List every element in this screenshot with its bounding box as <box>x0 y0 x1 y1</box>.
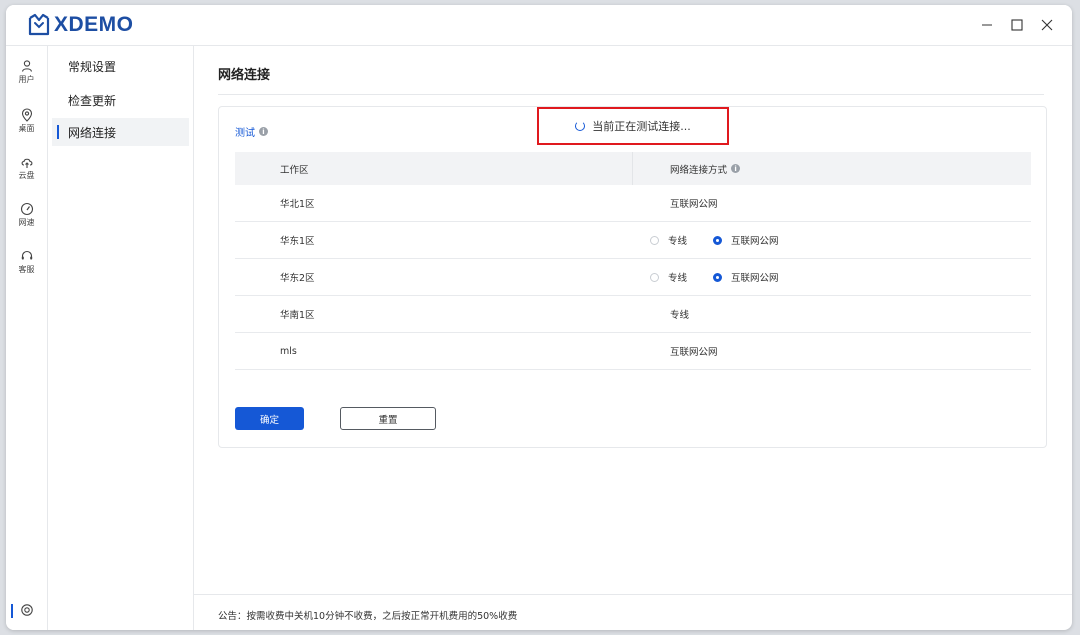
rail-item-support[interactable]: 客服 <box>6 242 47 282</box>
radio-button-checked[interactable] <box>713 272 723 282</box>
logo-icon <box>28 13 50 36</box>
header-method-text: 网络连接方式 <box>670 164 728 176</box>
close-button[interactable] <box>1032 13 1062 37</box>
radio-button[interactable] <box>650 272 659 282</box>
radio-button-checked[interactable] <box>713 235 723 245</box>
status-text: 当前正在测试连接... <box>592 120 691 133</box>
logo-text: XDEMO <box>54 13 134 36</box>
rail-label: 客服 <box>18 265 35 274</box>
submenu-item-label: 常规设置 <box>68 59 117 74</box>
radio-button[interactable] <box>650 235 659 245</box>
title-bar: XDEMO <box>6 5 1072 46</box>
zone-cell: 华南1区 <box>280 310 315 321</box>
table-row: 华北1区 互联网公网 <box>235 185 1031 222</box>
radio-label: 专线 <box>668 236 688 247</box>
table-row: 华南1区 专线 <box>235 296 1031 333</box>
radio-label: 互联网公网 <box>731 273 779 284</box>
table-row: 华东2区 专线 互联网公网 <box>235 259 1031 296</box>
loading-spinner-icon <box>575 121 586 131</box>
zone-cell: mls <box>280 345 297 357</box>
zone-cell: 华东2区 <box>280 273 315 284</box>
rail-label: 桌面 <box>18 124 35 133</box>
location-icon <box>21 108 32 122</box>
info-icon[interactable]: i <box>731 164 741 173</box>
minimize-icon <box>982 24 992 26</box>
title-divider <box>218 94 1044 95</box>
connection-status: 当前正在测试连接... <box>537 107 729 145</box>
info-icon[interactable]: i <box>259 127 268 136</box>
close-icon <box>1041 19 1053 31</box>
reset-button[interactable]: 重置 <box>340 407 436 430</box>
page-title: 网络连接 <box>218 68 271 83</box>
zone-table: 工作区 网络连接方式 i 华北1区 互联网公网 华东1区 专线 互联网公网 华东… <box>235 152 1031 370</box>
radio-label: 互联网公网 <box>731 236 779 247</box>
footer-notice: 公告：按需收费中关机10分钟不收费，之后按正常开机费用的50%收费 <box>218 611 518 622</box>
table-row: 华东1区 专线 互联网公网 <box>235 222 1031 259</box>
settings-button[interactable] <box>6 598 47 622</box>
method-cell: 专线 互联网公网 <box>650 259 805 295</box>
table-header: 工作区 网络连接方式 i <box>235 152 1031 185</box>
submenu-item-update[interactable]: 检查更新 <box>52 86 189 114</box>
rail-item-user[interactable]: 用户 <box>6 52 47 92</box>
radio-option-dedicated[interactable]: 专线 <box>650 270 688 284</box>
maximize-icon <box>1011 19 1023 31</box>
footer-divider <box>194 594 1072 595</box>
icon-rail: 用户 桌面 云盘 网速 客服 <box>6 46 48 630</box>
rail-item-speed[interactable]: 网速 <box>6 195 47 235</box>
radio-option-dedicated[interactable]: 专线 <box>650 233 688 247</box>
method-cell: 互联网公网 <box>670 199 718 210</box>
radio-option-public[interactable]: 互联网公网 <box>713 270 779 284</box>
zone-cell: 华东1区 <box>280 236 315 247</box>
table-row: mls 互联网公网 <box>235 333 1031 370</box>
method-cell: 专线 <box>670 310 690 321</box>
app-logo: XDEMO <box>26 11 134 39</box>
settings-submenu: 常规设置 检查更新 网络连接 <box>48 46 194 630</box>
rail-item-cloud[interactable]: 云盘 <box>6 148 47 188</box>
submenu-item-general[interactable]: 常规设置 <box>52 52 189 80</box>
cloud-icon <box>21 158 32 168</box>
test-label[interactable]: 测试 i <box>235 124 268 139</box>
radio-label: 专线 <box>668 273 688 284</box>
rail-label: 云盘 <box>18 171 35 180</box>
rail-item-desktop[interactable]: 桌面 <box>6 101 47 141</box>
settings-icon <box>20 604 33 616</box>
submenu-item-network[interactable]: 网络连接 <box>52 118 189 146</box>
network-card: 测试 i 当前正在测试连接... 工作区 网络连接方式 i 华北1区 互联网公网… <box>218 106 1047 448</box>
confirm-button[interactable]: 确定 <box>235 407 304 430</box>
header-zone: 工作区 <box>280 164 309 176</box>
app-window: XDEMO 用户 桌面 云盘 网速 客服 常规设置 检查更新 网络连接 网络连接… <box>6 5 1072 630</box>
header-method: 网络连接方式 i <box>670 152 741 185</box>
method-cell: 专线 互联网公网 <box>650 222 805 258</box>
speedometer-icon <box>20 202 33 216</box>
window-controls <box>972 13 1062 37</box>
method-cell: 互联网公网 <box>670 347 718 358</box>
headset-icon <box>21 250 32 260</box>
submenu-item-label: 网络连接 <box>68 125 117 140</box>
submenu-item-label: 检查更新 <box>68 93 117 108</box>
header-divider <box>632 152 633 185</box>
maximize-button[interactable] <box>1002 13 1032 37</box>
user-icon <box>21 60 32 72</box>
rail-label: 网速 <box>18 218 35 227</box>
zone-cell: 华北1区 <box>280 199 315 210</box>
rail-label: 用户 <box>18 75 35 84</box>
main-content: 网络连接 测试 i 当前正在测试连接... 工作区 网络连接方式 i 华北1区 … <box>194 46 1072 630</box>
test-label-text: 测试 <box>235 128 255 139</box>
minimize-button[interactable] <box>972 13 1002 37</box>
radio-option-public[interactable]: 互联网公网 <box>713 233 779 247</box>
